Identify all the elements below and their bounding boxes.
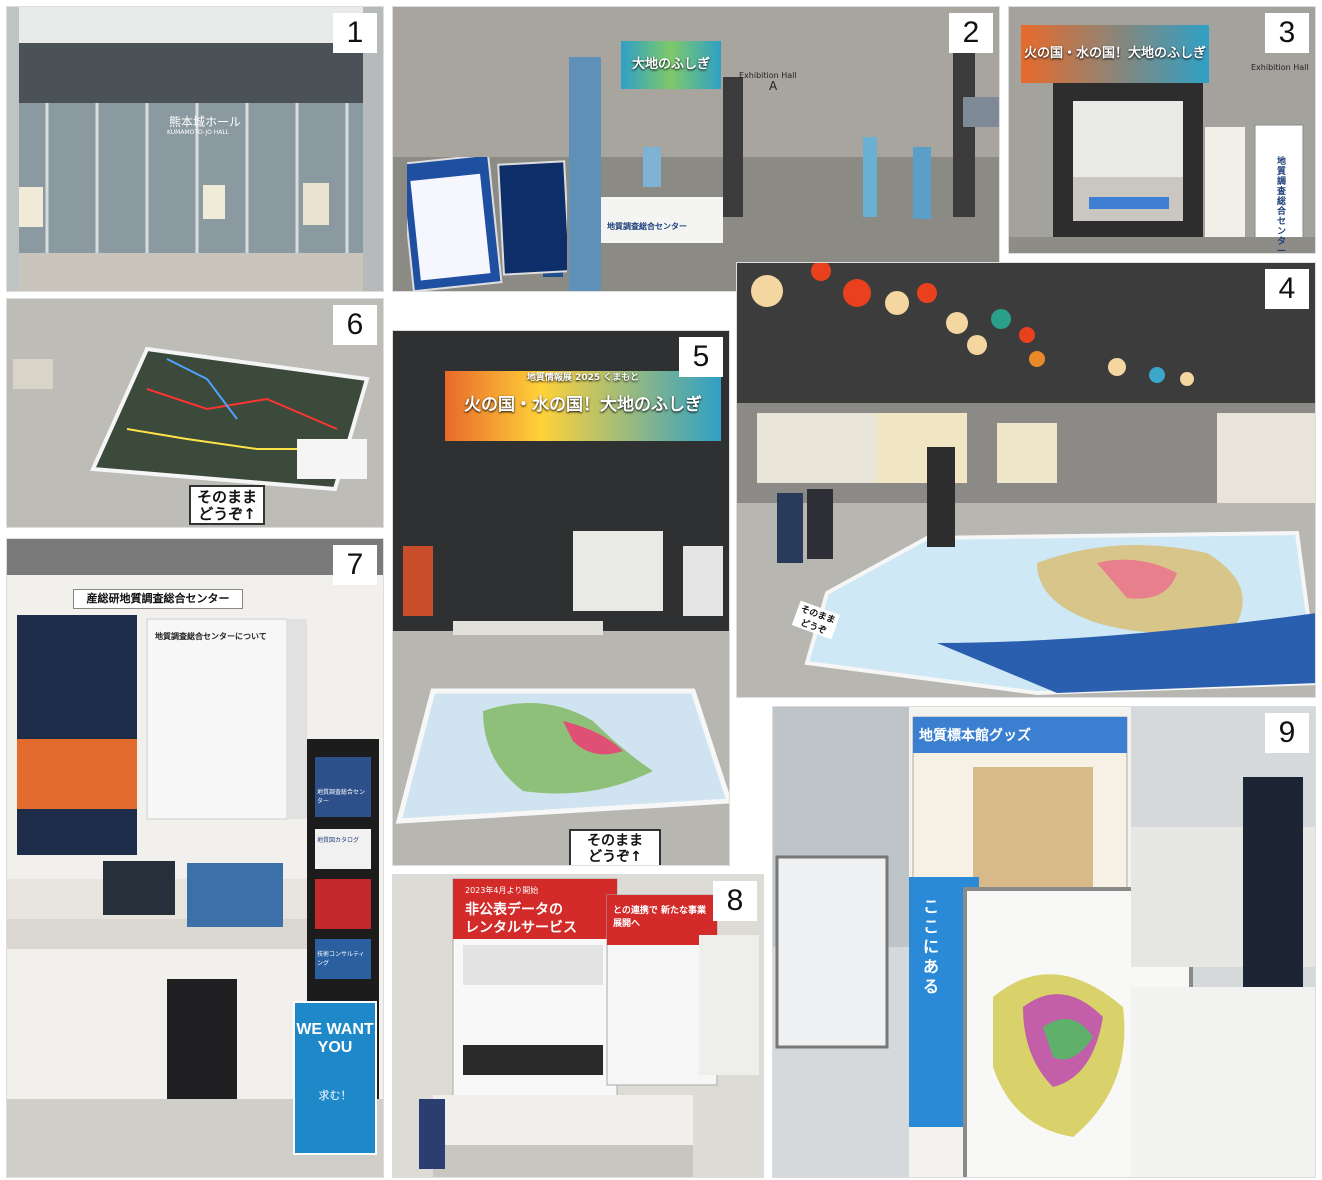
poster2-title: との連携で 新たな事業展開へ	[613, 906, 707, 929]
floor-sign: そのまま どうぞ↑	[569, 829, 661, 866]
photo-number: 4	[1265, 269, 1309, 309]
photo-number: 9	[1265, 713, 1309, 753]
photo-number: 3	[1265, 13, 1309, 53]
poster-title: WE WANT YOU	[296, 1021, 374, 1056]
floor-sign-line2: どうぞ↑	[588, 849, 642, 866]
floor-sign: そのまま どうぞ↑	[189, 485, 265, 525]
photo-2-booth-entrance: 大地のふしぎ Exhibition Hall A 地質調査総合センター 2	[392, 6, 1000, 292]
photo-number: 5	[679, 337, 723, 377]
museum-goods-scene	[773, 707, 1315, 1177]
photo-number: 1	[333, 13, 377, 53]
photo-6-floor-map: そのまま どうぞ↑ 6	[6, 298, 384, 528]
panel-subtitle: 地質調査総合センターについて	[155, 632, 267, 641]
photo-number: 6	[333, 305, 377, 345]
building-sign-en: KUMAMOTO-JO HALL	[167, 129, 230, 136]
poster-sub: 求む！	[318, 1089, 352, 1102]
floor-sign-line2: どうぞ↑	[198, 505, 256, 524]
photo-8-rental-service-posters: 2023年4月より開始 非公表データの レンタルサービス との連携で 新たな事業…	[392, 874, 764, 1178]
hall-banner: 地質情報展 2025 くまもと 火の国・水の国！大地のふしぎ	[445, 371, 721, 441]
panel-header: 産総研地質調査総合センター	[73, 589, 243, 609]
hall-sign: Exhibition Hall	[739, 71, 797, 80]
poster-title-line2: レンタルサービス	[465, 920, 577, 936]
poster-head: 2023年4月より開始	[465, 886, 539, 895]
rack-item-2: 地質図カタログ	[317, 837, 360, 844]
photo-3-exhibition-hall-door: 火の国・水の国！大地のふしぎ Exhibition Hall 地質調査総合センタ…	[1008, 6, 1316, 254]
rack-item-1: 地質調査総合センター	[317, 789, 366, 805]
banner-main: 火の国・水の国！大地のふしぎ	[464, 395, 702, 415]
standee-text: 地質調査総合センター	[1277, 157, 1287, 254]
poster-title-line1: 非公表データの	[465, 902, 563, 918]
photo-7-gsj-booth: 産総研地質調査総合センター 地質調査総合センターについて 地質調査総合センター …	[6, 538, 384, 1178]
vertical-text: ここにある	[923, 897, 940, 996]
photo-9-museum-goods: 地質標本館グッズ ここにある 9	[772, 706, 1316, 1178]
poster-title: 地質標本館グッズ	[919, 728, 1031, 744]
building-sign: 熊本城ホール	[169, 115, 242, 129]
photo-number: 2	[949, 13, 993, 53]
entrance-scene	[7, 7, 383, 291]
door-banner: 火の国・水の国！大地のふしぎ	[1021, 25, 1209, 83]
photo-5-large-floor-map: 地質情報展 2025 くまもと 火の国・水の国！大地のふしぎ そのまま どうぞ↑…	[392, 330, 730, 866]
photo-1-hall-entrance: 熊本城ホール KUMAMOTO-JO HALL 1	[6, 6, 384, 292]
photo-number: 7	[333, 545, 377, 585]
floor-sign-line1: そのまま	[197, 488, 258, 506]
hall-letter: A	[769, 79, 778, 93]
photo-4-opening-ceremony: そのまま どうぞ 4	[736, 262, 1316, 698]
info-boards	[407, 157, 567, 291]
rack-item-3: 技術コンサルティング	[317, 951, 365, 967]
recruit-poster: WE WANT YOU 求む！	[293, 1001, 377, 1155]
photo-number: 8	[713, 881, 757, 921]
floor-sign-line1: そのまま	[587, 833, 643, 849]
hall-sign: Exhibition Hall	[1251, 63, 1309, 72]
booth-sign: 地質調査総合センター	[607, 222, 687, 231]
hall-banner: 大地のふしぎ	[621, 41, 721, 89]
